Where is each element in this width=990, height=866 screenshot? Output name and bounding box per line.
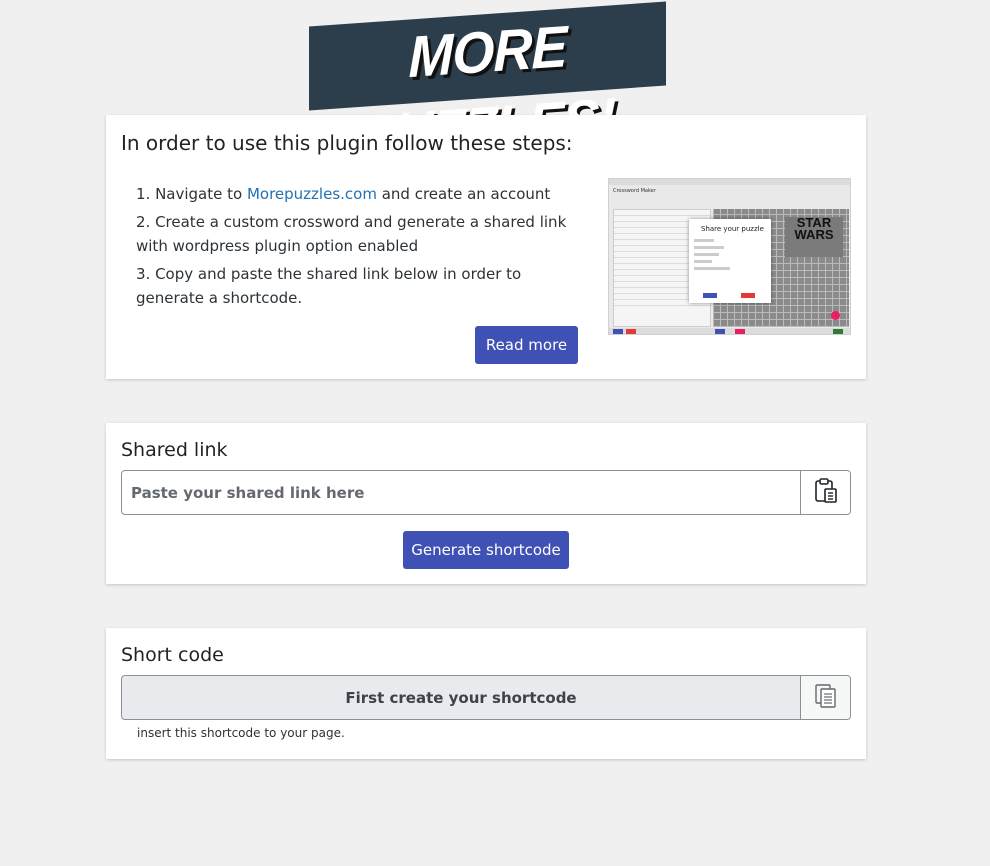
step-3: 3. Copy and paste the shared link below … bbox=[136, 265, 522, 307]
preview-modal-title: Share your puzzle bbox=[701, 225, 764, 233]
read-more-button[interactable]: Read more bbox=[475, 326, 578, 364]
step-2: 2. Create a custom crossword and generat… bbox=[136, 213, 567, 255]
step-1-suffix: and create an account bbox=[376, 185, 551, 203]
step-1: 1. Navigate to Morepuzzles.com and creat… bbox=[136, 182, 581, 206]
shared-link-title: Shared link bbox=[121, 439, 228, 461]
copy-button[interactable] bbox=[800, 676, 850, 719]
crossword-preview-image: Crossword Maker STAR WARS Share your puz… bbox=[608, 178, 851, 335]
short-code-title: Short code bbox=[121, 644, 224, 666]
shared-link-input-group bbox=[121, 470, 851, 515]
more-puzzles-logo: MORE PUZZLES! bbox=[309, 1, 666, 169]
clipboard-icon bbox=[814, 477, 838, 508]
short-code-card: Short code First create your shortcode i… bbox=[106, 628, 866, 759]
preview-app-title: Crossword Maker bbox=[613, 188, 656, 194]
generate-shortcode-button[interactable]: Generate shortcode bbox=[403, 531, 569, 569]
copy-icon bbox=[814, 683, 838, 713]
preview-share-modal: Share your puzzle bbox=[689, 219, 771, 303]
short-code-output-group: First create your shortcode bbox=[121, 675, 851, 720]
instructions-title: In order to use this plugin follow these… bbox=[121, 131, 573, 155]
short-code-hint: insert this shortcode to your page. bbox=[137, 726, 345, 740]
short-code-output: First create your shortcode bbox=[345, 688, 577, 707]
paste-button[interactable] bbox=[800, 471, 850, 514]
shared-link-input[interactable] bbox=[122, 471, 800, 514]
preview-logo-text: STAR WARS bbox=[794, 215, 834, 242]
instructions-card: In order to use this plugin follow these… bbox=[106, 115, 866, 379]
morepuzzles-link[interactable]: Morepuzzles.com bbox=[247, 185, 377, 203]
step-1-prefix: 1. Navigate to bbox=[136, 185, 247, 203]
shared-link-card: Shared link Generate shortcode bbox=[106, 423, 866, 584]
preview-star-wars-logo: STAR WARS bbox=[785, 215, 843, 257]
steps-list: 1. Navigate to Morepuzzles.com and creat… bbox=[136, 182, 581, 314]
